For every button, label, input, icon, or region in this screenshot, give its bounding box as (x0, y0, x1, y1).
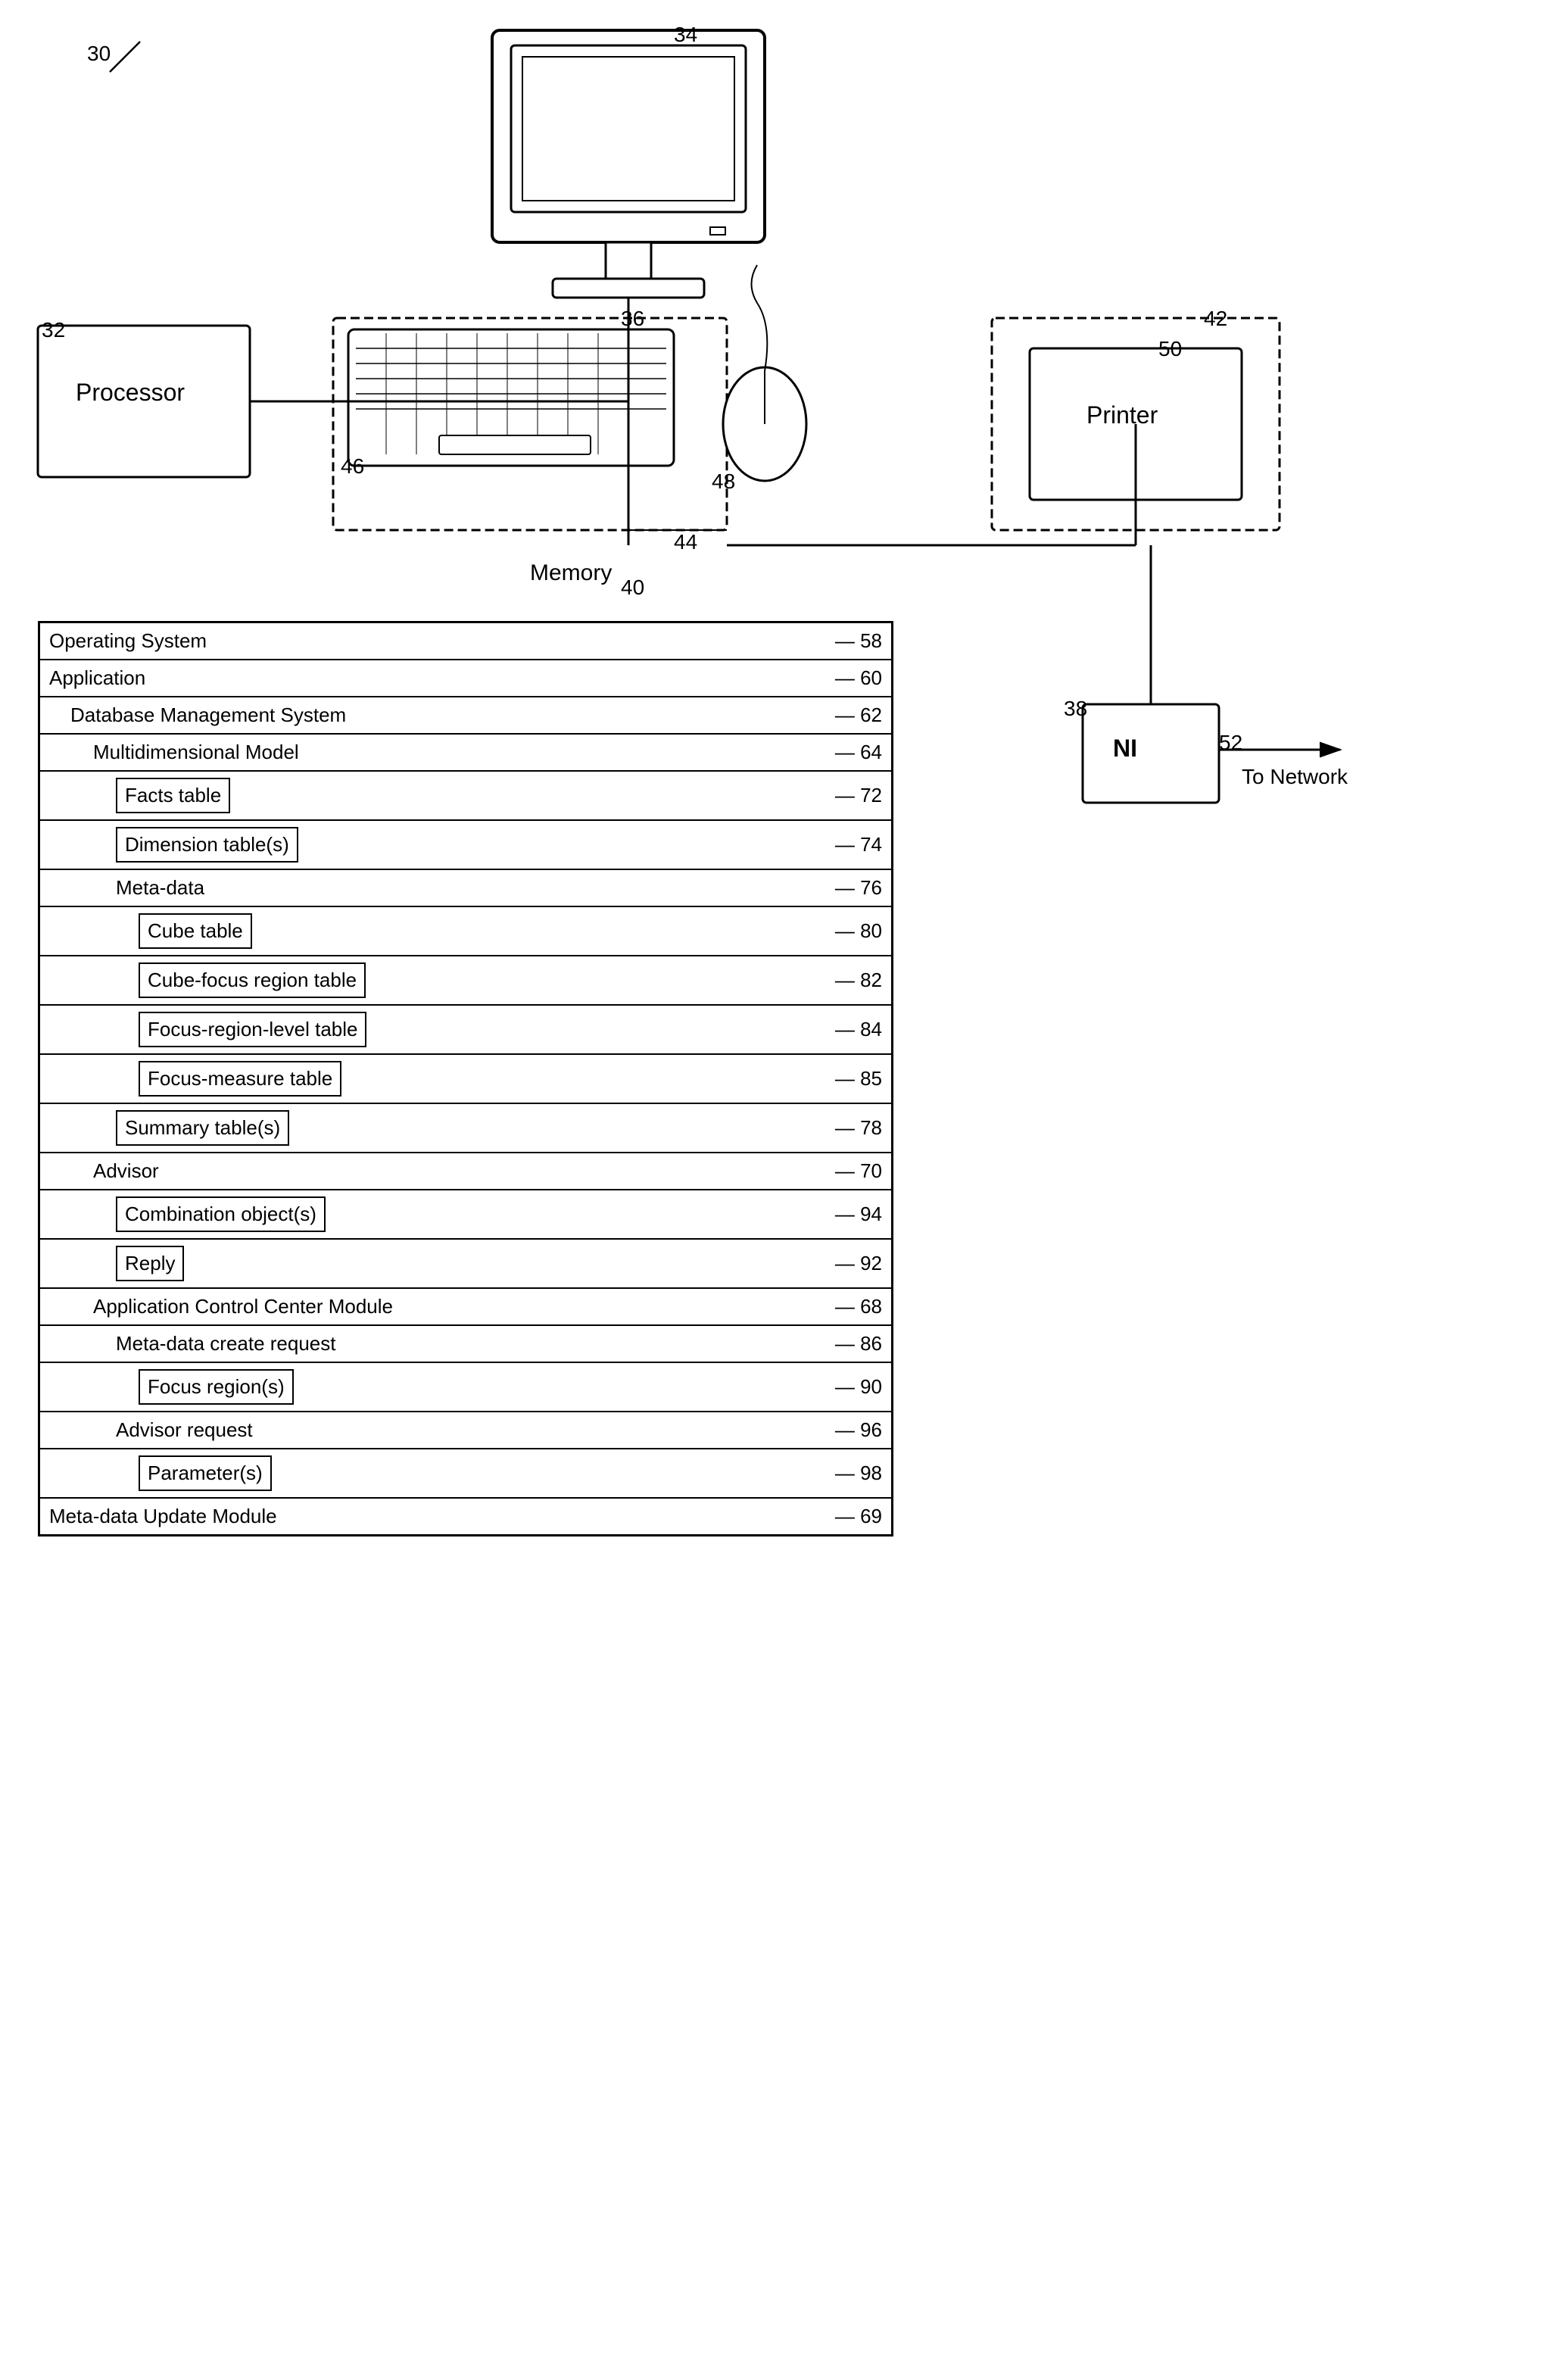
row-advisor: Advisor — 70 (40, 1153, 891, 1190)
row-advisor-label: Advisor (93, 1159, 159, 1183)
ref-32-label: 32 (42, 318, 65, 342)
row-cube-ref: — 80 (835, 919, 882, 943)
ref-36-label: 36 (621, 307, 644, 331)
row-focus-region-level-label: Focus-region-level table (139, 1012, 366, 1047)
ni-label: NI (1113, 735, 1137, 763)
row-advisor-ref: — 70 (835, 1159, 882, 1183)
row-accm-ref: — 68 (835, 1295, 882, 1318)
row-focus-region-ref: — 90 (835, 1375, 882, 1399)
row-cube-label: Cube table (139, 913, 252, 949)
row-dimension-ref: — 74 (835, 833, 882, 856)
row-focus-measure: Focus-measure table — 85 (40, 1055, 891, 1104)
processor-label: Processor (76, 379, 185, 407)
row-focus-region-level-ref: — 84 (835, 1018, 882, 1041)
row-facts-table: Facts table — 72 (40, 772, 891, 821)
row-cube-focus-ref: — 82 (835, 969, 882, 992)
row-combination-ref: — 94 (835, 1203, 882, 1226)
memory-label: Memory (530, 560, 612, 586)
row-dbms: Database Management System — 62 (40, 697, 891, 735)
row-focus-region-label: Focus region(s) (139, 1369, 294, 1405)
row-metadata-create-label: Meta-data create request (116, 1332, 336, 1356)
row-combination: Combination object(s) — 94 (40, 1190, 891, 1240)
ref-48-label: 48 (712, 470, 735, 494)
row-reply: Reply — 92 (40, 1240, 891, 1289)
row-summary-ref: — 78 (835, 1116, 882, 1140)
row-dbms-label: Database Management System (70, 704, 346, 727)
row-accm: Application Control Center Module — 68 (40, 1289, 891, 1326)
row-parameters-label: Parameter(s) (139, 1455, 272, 1491)
row-facts-label: Facts table (116, 778, 230, 813)
row-os-label: Operating System (49, 629, 207, 653)
row-metadata-update-ref: — 69 (835, 1505, 882, 1528)
row-facts-ref: — 72 (835, 784, 882, 807)
row-metadata: Meta-data — 76 (40, 870, 891, 907)
row-parameters: Parameter(s) — 98 (40, 1449, 891, 1499)
row-metadata-label: Meta-data (116, 876, 204, 900)
row-advisor-request: Advisor request — 96 (40, 1412, 891, 1449)
ref-50-label: 50 (1158, 337, 1182, 361)
row-metadata-update-label: Meta-data Update Module (49, 1505, 277, 1528)
row-accm-label: Application Control Center Module (93, 1295, 393, 1318)
row-advisor-request-ref: — 96 (835, 1418, 882, 1442)
ref-44-label: 44 (674, 530, 697, 554)
row-focus-measure-ref: — 85 (835, 1067, 882, 1090)
row-metadata-create: Meta-data create request — 86 (40, 1326, 891, 1363)
row-multidim-ref: — 64 (835, 741, 882, 764)
printer-label: Printer (1086, 401, 1158, 429)
row-app-label: Application (49, 666, 145, 690)
row-cube-table: Cube table — 80 (40, 907, 891, 956)
row-cube-focus: Cube-focus region table — 82 (40, 956, 891, 1006)
row-combination-label: Combination object(s) (116, 1196, 326, 1232)
row-advisor-request-label: Advisor request (116, 1418, 253, 1442)
row-cube-focus-label: Cube-focus region table (139, 962, 366, 998)
ref-30-arrow (98, 34, 159, 80)
memory-table: Operating System — 58 Application — 60 D… (38, 621, 893, 1536)
row-application: Application — 60 (40, 660, 891, 697)
row-multidim-label: Multidimensional Model (93, 741, 299, 764)
row-metadata-ref: — 76 (835, 876, 882, 900)
diagram-container: 30 34 32 Processor 36 46 48 42 50 Printe… (0, 0, 1568, 2371)
row-operating-system: Operating System — 58 (40, 623, 891, 660)
row-dimension-label: Dimension table(s) (116, 827, 298, 863)
row-multidim: Multidimensional Model — 64 (40, 735, 891, 772)
row-app-ref: — 60 (835, 666, 882, 690)
row-summary-table: Summary table(s) — 78 (40, 1104, 891, 1153)
row-dbms-ref: — 62 (835, 704, 882, 727)
ref-42-label: 42 (1204, 307, 1227, 331)
row-reply-label: Reply (116, 1246, 184, 1281)
ref-38-label: 38 (1064, 697, 1087, 721)
row-focus-region: Focus region(s) — 90 (40, 1363, 891, 1412)
row-metadata-update: Meta-data Update Module — 69 (40, 1499, 891, 1534)
ref-40-label: 40 (621, 576, 644, 600)
row-summary-label: Summary table(s) (116, 1110, 289, 1146)
row-metadata-create-ref: — 86 (835, 1332, 882, 1356)
row-os-ref: — 58 (835, 629, 882, 653)
ref-52-label: 52 (1219, 731, 1242, 755)
row-dimension-table: Dimension table(s) — 74 (40, 821, 891, 870)
ref-34-label: 34 (674, 23, 697, 47)
row-focus-measure-label: Focus-measure table (139, 1061, 341, 1097)
to-network-label: To Network (1242, 765, 1348, 789)
row-parameters-ref: — 98 (835, 1462, 882, 1485)
row-reply-ref: — 92 (835, 1252, 882, 1275)
ref-46-label: 46 (341, 454, 364, 479)
row-focus-region-level: Focus-region-level table — 84 (40, 1006, 891, 1055)
